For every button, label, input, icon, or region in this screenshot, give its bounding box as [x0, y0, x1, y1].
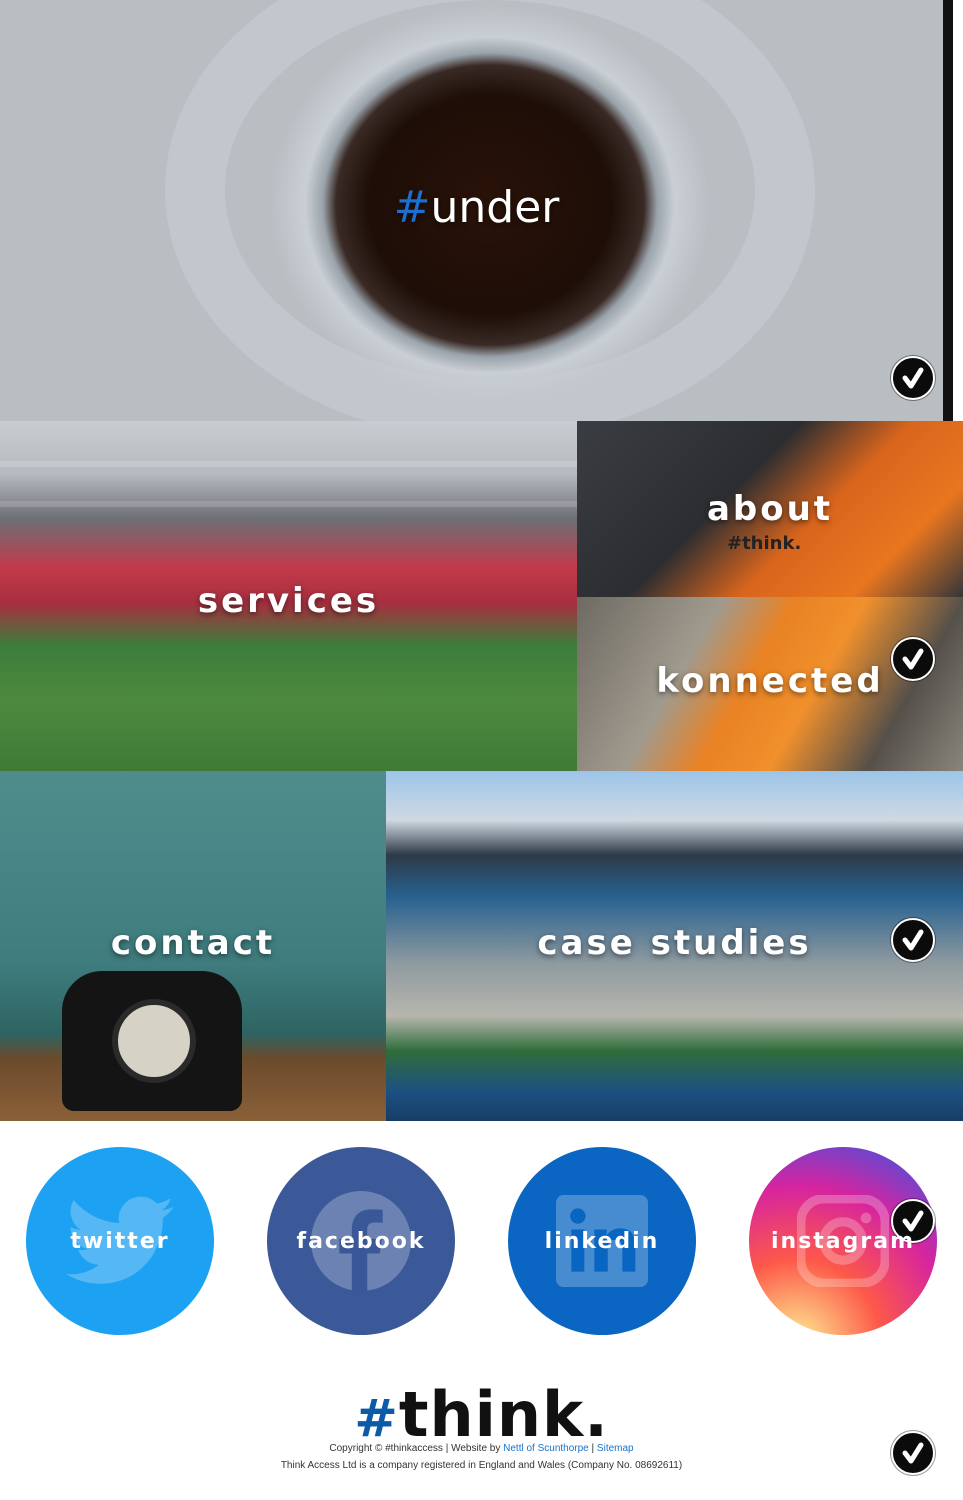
footer-separator: |	[591, 1443, 595, 1454]
instagram-label: instagram	[770, 1228, 916, 1254]
nettl-link[interactable]: Nettl of Scunthorpe	[503, 1443, 589, 1454]
hero-title: #under	[0, 182, 953, 233]
case-studies-tile[interactable]: case studies	[386, 771, 963, 1121]
copyright-line: Copyright © #thinkaccess | Website by Ne…	[0, 1443, 963, 1454]
konnected-tile[interactable]: konnected	[577, 597, 963, 771]
about-label: about	[706, 489, 834, 529]
hero-word: under	[430, 182, 560, 233]
twitter-link[interactable]: twitter	[26, 1147, 214, 1335]
logo-hash: #	[354, 1389, 399, 1449]
facebook-label: facebook	[296, 1228, 426, 1254]
twitter-label: twitter	[70, 1228, 170, 1254]
copyright-text: Copyright © #thinkaccess | Website by	[329, 1443, 501, 1454]
contact-tile[interactable]: contact	[0, 771, 386, 1121]
roof-stripe	[0, 501, 577, 507]
sitemap-link[interactable]: Sitemap	[597, 1443, 634, 1454]
services-label: services	[197, 581, 380, 621]
linkedin-label: linkedin	[544, 1228, 660, 1254]
linkedin-link[interactable]: linkedin	[508, 1147, 696, 1335]
about-tile[interactable]: about #think.	[577, 421, 963, 597]
check-badge-icon[interactable]	[891, 1431, 935, 1475]
telephone-dial	[112, 999, 196, 1083]
hero-under-tile[interactable]: #under	[0, 0, 953, 421]
shirt-logo-text: #think.	[727, 533, 802, 554]
services-tile[interactable]: services	[0, 421, 577, 771]
check-badge-icon[interactable]	[891, 637, 935, 681]
logo-word: think.	[398, 1378, 609, 1451]
think-logo[interactable]: #think.	[0, 1378, 963, 1451]
roof-stripe	[0, 461, 577, 467]
instagram-link[interactable]: instagram	[749, 1147, 937, 1335]
contact-label: contact	[110, 923, 276, 963]
company-registration: Think Access Ltd is a company registered…	[280, 1460, 683, 1471]
facebook-link[interactable]: facebook	[267, 1147, 455, 1335]
case-studies-label: case studies	[537, 923, 812, 963]
check-badge-icon[interactable]	[891, 356, 935, 400]
check-badge-icon[interactable]	[891, 918, 935, 962]
hero-hash: #	[393, 182, 431, 233]
